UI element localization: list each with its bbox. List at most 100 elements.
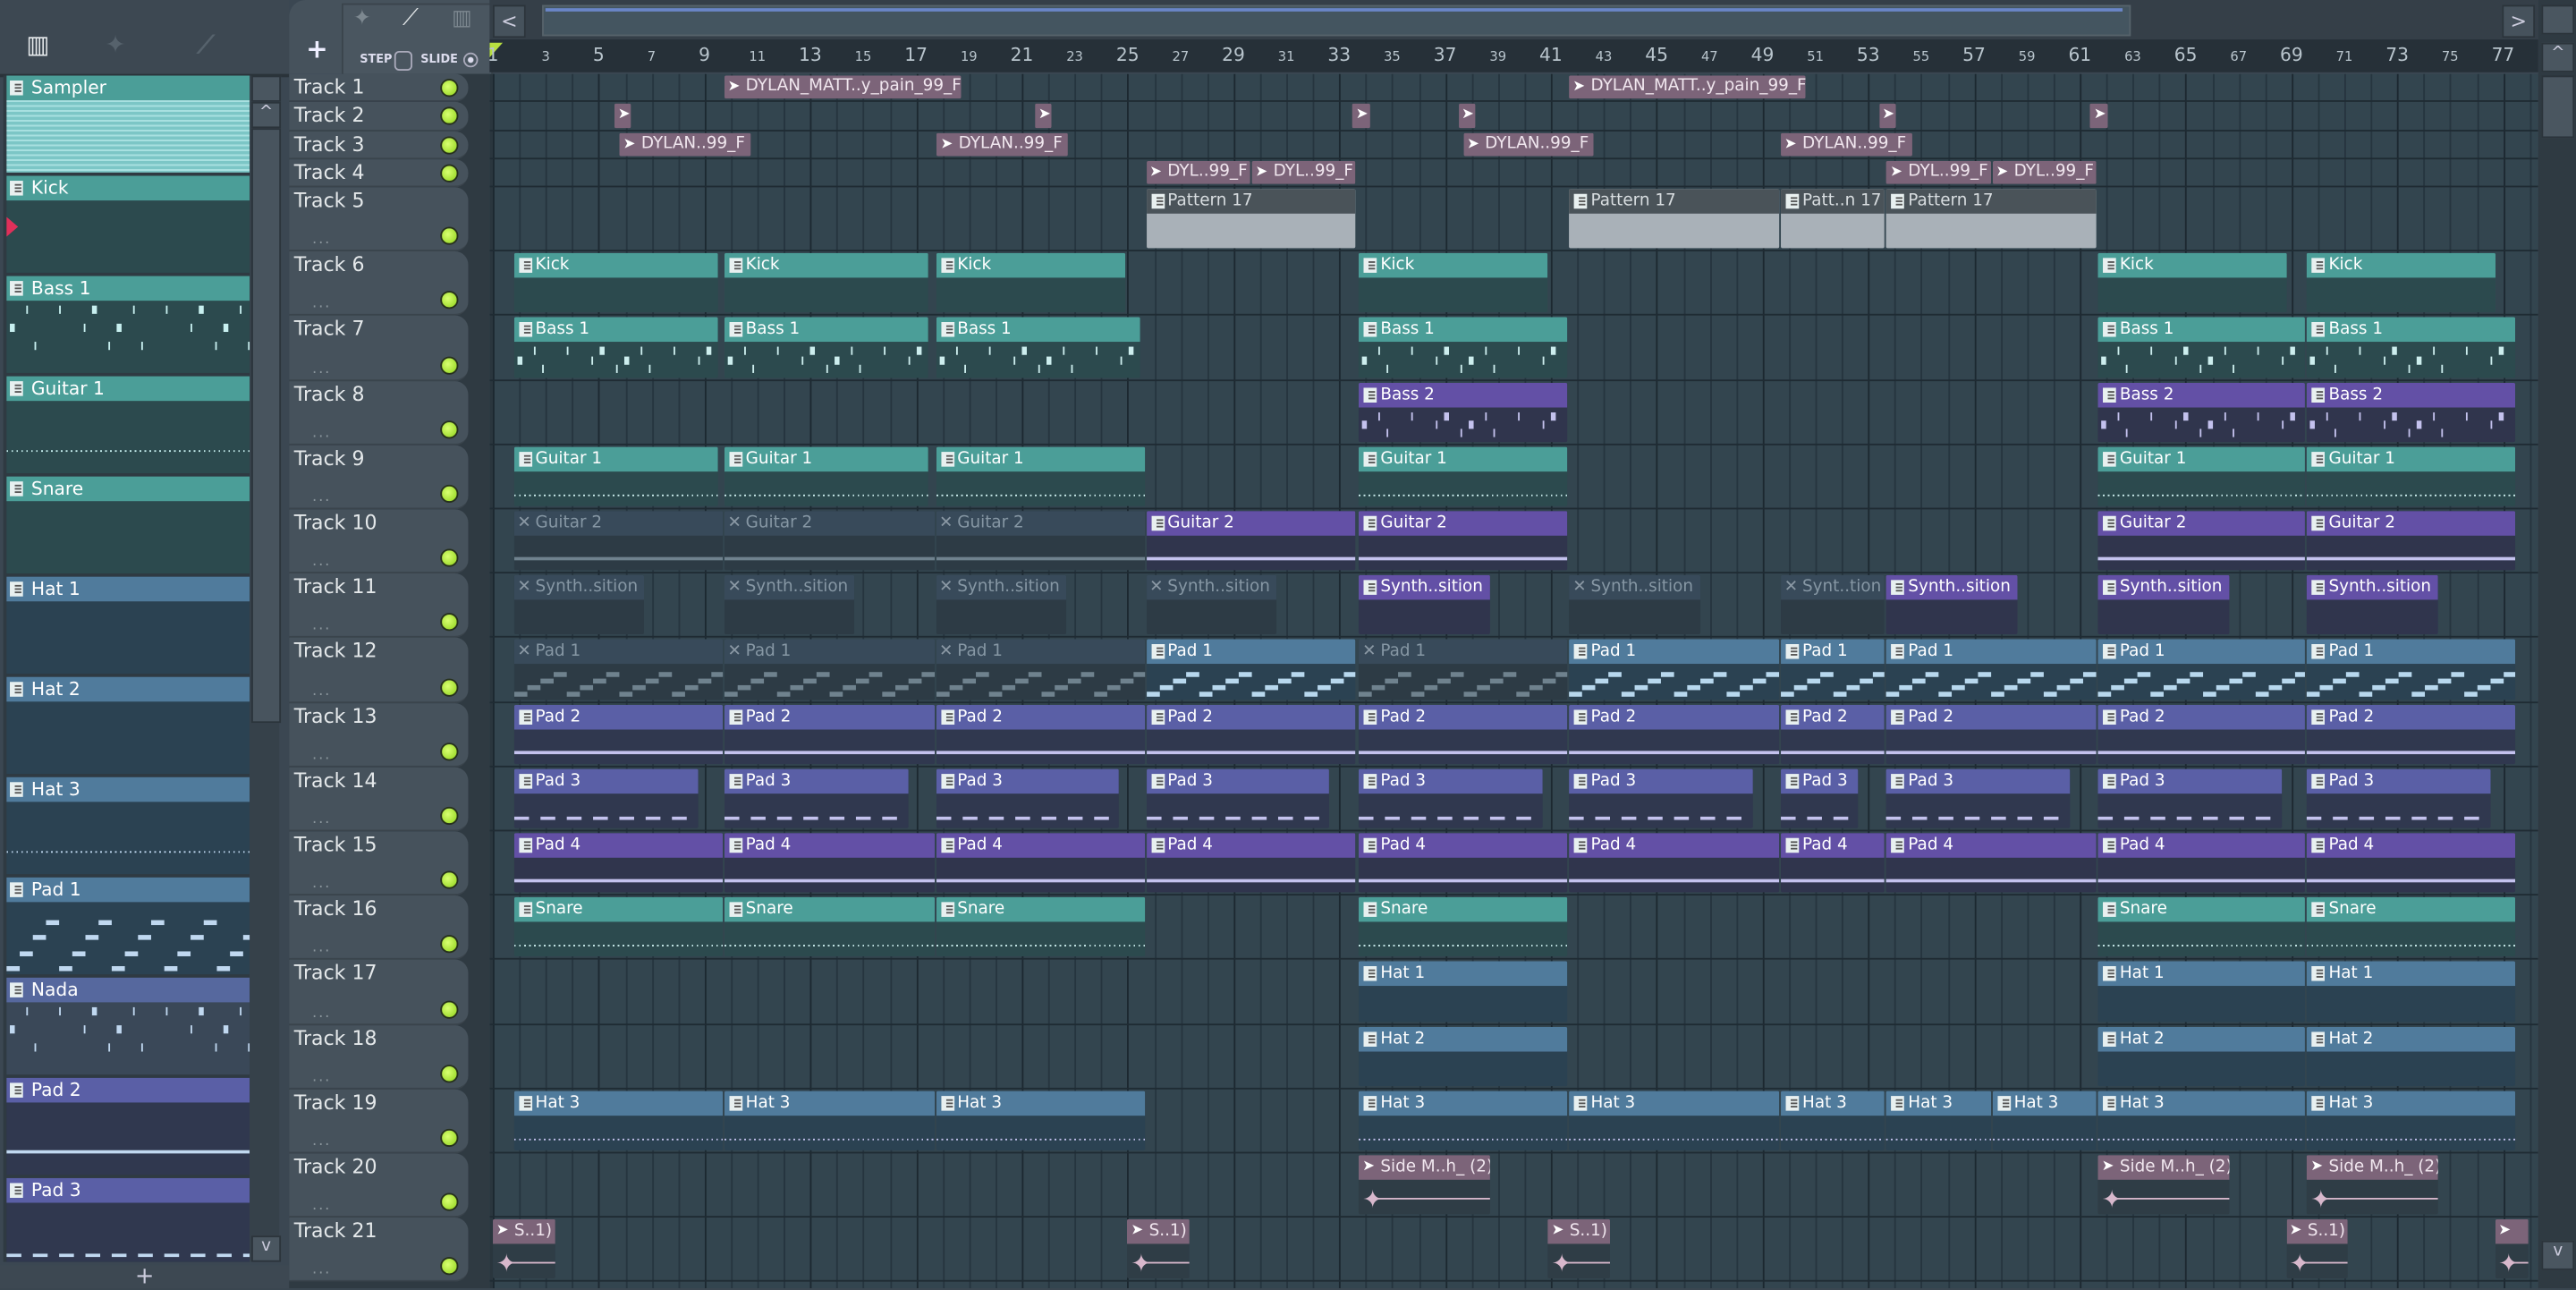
add-track-button[interactable]: + (296, 33, 339, 72)
pattern-clip[interactable]: Kick (2097, 253, 2288, 313)
clip-header[interactable]: Kick (513, 253, 719, 278)
track-mute-led[interactable] (440, 420, 459, 439)
picker-item-header[interactable]: Kick (6, 175, 250, 201)
track-name[interactable]: Track 1 (294, 75, 365, 98)
audio-clip[interactable]: ➤ DYLAN..99_F (1463, 132, 1595, 157)
pattern-clip[interactable]: Synth..sition (1359, 575, 1490, 635)
clip-header[interactable]: Pad 2 (1886, 704, 2097, 729)
track-mute-led[interactable] (440, 935, 459, 954)
scroll-thumb[interactable] (251, 128, 282, 724)
bar-label[interactable]: 3 (541, 49, 549, 64)
track-header[interactable]: Track 5... (289, 187, 469, 252)
track-more-icon[interactable]: ... (312, 361, 331, 377)
bar-label[interactable]: 55 (1913, 49, 1930, 64)
pattern-clip[interactable]: Hat 3 (1359, 1091, 1568, 1150)
clip-header[interactable]: Pad 3 (936, 768, 1120, 794)
bar-label[interactable]: 75 (2442, 49, 2459, 64)
bar-label-major[interactable]: 21 (1011, 45, 1034, 66)
clip-header[interactable]: Pad 4 (1781, 833, 1885, 858)
audio-clip[interactable]: ➤ DYLAN_MATT..y_pain_99_F (724, 75, 962, 99)
picker-item[interactable]: Pad 3 (6, 1177, 250, 1262)
clip-header[interactable]: Synth..sition (2307, 575, 2438, 600)
bar-label[interactable]: 35 (1384, 49, 1401, 64)
track-name[interactable]: Track 6 (294, 253, 365, 276)
clip-header[interactable]: Bass 1 (2097, 318, 2306, 343)
clip-header[interactable]: Pad 3 (1359, 768, 1543, 794)
pattern-clip[interactable]: Synth..sition (2307, 575, 2438, 635)
pattern-clip[interactable]: Hat 1 (2097, 962, 2306, 1022)
pattern-clip[interactable]: ✕ Pad 1 (936, 640, 1145, 700)
clip-header[interactable]: ➤ DYLAN_MATT..y_pain_99_F (1569, 75, 1806, 99)
pattern-clip[interactable]: Bass 1 (2097, 318, 2306, 378)
clip-header[interactable]: Pattern 17 (1886, 189, 2097, 214)
clip-header[interactable]: Guitar 1 (513, 446, 719, 471)
clip-header[interactable]: Bass 2 (2097, 382, 2306, 407)
track-name[interactable]: Track 8 (294, 382, 365, 405)
clip-header[interactable]: Pad 4 (1146, 833, 1357, 858)
clip-header[interactable]: Bass 1 (724, 318, 929, 343)
clip-header[interactable]: Bass 2 (2307, 382, 2515, 407)
picker-item-header[interactable]: Hat 2 (6, 676, 250, 702)
picker-item-header[interactable]: Sampler (6, 75, 250, 101)
clip-header[interactable]: Hat 2 (2097, 1026, 2306, 1051)
pattern-clip[interactable]: Hat 3 (1569, 1091, 1780, 1150)
pattern-clip[interactable]: Pad 2 (2097, 704, 2306, 764)
bar-label[interactable]: 59 (2019, 49, 2036, 64)
picker-item-header[interactable]: Guitar 1 (6, 376, 250, 402)
picker-item-header[interactable]: Pad 2 (6, 1077, 250, 1103)
track-name[interactable]: Track 7 (294, 318, 365, 341)
pattern-clip[interactable]: ✕ Guitar 2 (513, 511, 723, 571)
pattern-clip[interactable]: Kick (724, 253, 929, 313)
pattern-clip[interactable]: Bass 2 (2307, 382, 2515, 442)
pattern-clip[interactable]: Pad 4 (513, 833, 723, 893)
track-name[interactable]: Track 13 (294, 704, 377, 727)
bar-label[interactable]: 51 (1807, 49, 1824, 64)
track-header[interactable]: Track 9... (289, 445, 469, 510)
track-header[interactable]: Track 21... (289, 1218, 469, 1283)
clip-header[interactable]: ➤ (1035, 104, 1053, 128)
pattern-clip[interactable]: Pad 2 (1781, 704, 1885, 764)
pattern-clip[interactable]: Guitar 2 (1359, 511, 1568, 571)
track-header[interactable]: Track 13... (289, 702, 469, 768)
pattern-clip[interactable]: Synth..sition (1886, 575, 2018, 635)
audio-clip[interactable]: ➤ DYLAN..99_F (1781, 132, 1912, 157)
track-more-icon[interactable]: ... (312, 747, 331, 763)
clip-header[interactable]: Snare (2307, 897, 2515, 922)
pattern-clip[interactable]: Pad 2 (513, 704, 723, 764)
pattern-clip[interactable]: Snare (2307, 897, 2515, 957)
pattern-clip[interactable]: Pad 1 (1886, 640, 2097, 700)
clip-header[interactable]: Pad 3 (1886, 768, 2071, 794)
bar-label-major[interactable]: 57 (1962, 45, 1986, 66)
pattern-clip[interactable]: Pad 2 (1886, 704, 2097, 764)
pattern-clip[interactable]: Pad 1 (1146, 640, 1357, 700)
clip-header[interactable]: Hat 3 (936, 1091, 1145, 1116)
picker-scroll-handle[interactable] (251, 75, 282, 102)
pattern-clip[interactable]: Snare (513, 897, 723, 957)
bar-label[interactable]: 7 (648, 49, 656, 64)
pattern-clip[interactable]: Guitar 2 (1146, 511, 1357, 571)
audio-clip[interactable]: ➤ DYL..99_F (1992, 160, 2097, 184)
audio-clip[interactable]: ➤ DYLAN..99_F (936, 132, 1068, 157)
automation-tool-icon[interactable]: ⟋ (402, 5, 419, 31)
audio-clip[interactable]: ➤ S..1) ✦ (1127, 1219, 1190, 1279)
clip-header[interactable]: Pad 2 (2307, 704, 2515, 729)
clip-header[interactable]: Snare (724, 897, 935, 922)
clip-header[interactable]: Pad 3 (1569, 768, 1753, 794)
pattern-clip[interactable]: Bass 1 (1359, 318, 1568, 378)
track-mute-led[interactable] (440, 226, 459, 246)
clip-header[interactable]: Hat 3 (1781, 1091, 1885, 1116)
clip-header[interactable]: ✕ Pad 1 (1359, 640, 1568, 665)
pattern-clip[interactable]: Guitar 1 (513, 446, 719, 506)
clip-header[interactable]: Pad 3 (2307, 768, 2491, 794)
audio-clip[interactable]: ➤ DYL..99_F (1886, 160, 1991, 184)
pattern-clip[interactable]: Snare (2097, 897, 2306, 957)
pattern-clip[interactable]: Pad 3 (936, 768, 1120, 828)
clip-header[interactable]: Bass 1 (2307, 318, 2515, 343)
track-header[interactable]: Track 11... (289, 573, 469, 639)
pattern-clip[interactable]: Pad 2 (1359, 704, 1568, 764)
track-name[interactable]: Track 21 (294, 1219, 377, 1243)
clip-header[interactable]: Hat 2 (2307, 1026, 2515, 1051)
clip-header[interactable]: ➤ S..1) (1127, 1219, 1190, 1244)
clip-header[interactable]: Kick (1359, 253, 1548, 278)
clip-header[interactable]: Snare (936, 897, 1145, 922)
